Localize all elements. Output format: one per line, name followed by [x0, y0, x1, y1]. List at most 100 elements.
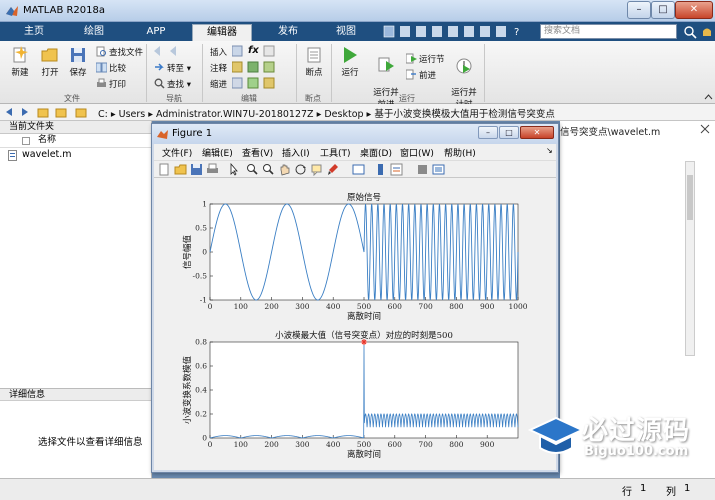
tab-view[interactable]: 视图 — [320, 24, 372, 41]
brush-icon[interactable] — [326, 163, 339, 176]
x-tick-label: 800 — [449, 440, 464, 449]
close-editor-icon[interactable] — [699, 124, 711, 134]
x-tick-label: 800 — [449, 302, 464, 311]
save-disk-icon — [71, 48, 85, 62]
file-list-item[interactable]: wavelet.m — [0, 148, 151, 162]
current-path[interactable]: C: ▸ Users ▸ Administrator.WIN7U-2018012… — [98, 106, 555, 120]
search-docs-input[interactable]: 搜索文档 — [540, 24, 677, 39]
indent-button[interactable]: 缩进 — [210, 78, 227, 90]
select-all-checkbox[interactable] — [22, 137, 30, 145]
y-tick-label: 1 — [202, 200, 207, 209]
editor-tab-title[interactable]: 信号突变点\wavelet.m — [560, 124, 660, 138]
folder-open-icon — [41, 48, 58, 62]
new-button[interactable]: 新建 — [6, 46, 34, 78]
x-tick-label: 100 — [234, 440, 249, 449]
tab-publish[interactable]: 发布 — [262, 24, 314, 41]
close-button[interactable]: ✕ — [675, 1, 713, 19]
y-axis-label: 小波变换系数模值 — [182, 356, 193, 425]
y-tick-label: -0.5 — [193, 272, 208, 281]
run-group-label: 运行 — [399, 94, 415, 103]
tab-plots[interactable]: 绘图 — [68, 24, 120, 41]
tab-home[interactable]: 主页 — [8, 24, 60, 41]
menu-edit[interactable]: 编辑(E) — [202, 146, 233, 159]
insert-button[interactable]: 插入 — [210, 46, 227, 58]
y-tick-label: 0 — [202, 434, 207, 443]
file-group-label: 文件 — [64, 94, 80, 103]
comment-button[interactable]: 注释 — [210, 62, 227, 74]
notification-icon[interactable] — [700, 25, 714, 39]
search-icon[interactable] — [683, 25, 697, 39]
menu-insert[interactable]: 插入(I) — [282, 146, 310, 159]
editor-ribbon: 新建 打开 保存 查找文件 比较 打印 文件 转至 ▾ 查找 ▾ 导航 插入 注… — [0, 41, 715, 110]
open-button[interactable]: 打开 — [36, 46, 64, 78]
tab-apps[interactable]: APP — [130, 24, 182, 41]
figure-toolbar — [154, 160, 556, 178]
menu-file[interactable]: 文件(F) — [162, 146, 192, 159]
breakpoints-button[interactable]: 断点 — [300, 46, 328, 78]
menu-desktop[interactable]: 桌面(D) — [360, 146, 392, 159]
data-cursor-icon[interactable] — [310, 163, 323, 176]
x-tick-label: 300 — [295, 440, 310, 449]
menu-window[interactable]: 窗口(W) — [400, 146, 434, 159]
print-figure-icon[interactable] — [206, 163, 219, 176]
menu-help[interactable]: 帮助(H) — [444, 146, 476, 159]
figure-logo-icon — [157, 130, 168, 139]
edit-tools-icons[interactable] — [232, 45, 292, 91]
dock-icon[interactable]: ↘ — [546, 146, 553, 155]
x-tick-label: 600 — [388, 440, 403, 449]
ribbon-tabstrip: 主页 绘图 APP 编辑器 发布 视图 ? 搜索文档 — [0, 22, 715, 41]
pointer-icon[interactable] — [228, 163, 241, 176]
zoom-in-icon[interactable] — [246, 163, 259, 176]
link-plot-icon[interactable] — [352, 163, 365, 176]
hide-tools-icon[interactable] — [416, 163, 429, 176]
advance-button[interactable]: 前进 — [406, 69, 436, 81]
column-header-name[interactable]: 名称 — [0, 134, 151, 148]
open-file-icon[interactable] — [174, 163, 187, 176]
goto-button[interactable]: 转至 ▾ — [154, 62, 191, 74]
x-tick-label: 900 — [480, 302, 495, 311]
minimize-button[interactable]: – — [627, 1, 651, 19]
quick-access-toolbar[interactable]: ? — [382, 24, 532, 39]
plot-area[interactable]: 0 100 200 300 400 500 600 700 800 900 1000-1-0.500… — [154, 178, 556, 470]
current-folder-panel: 当前文件夹 名称 wavelet.m 详细信息 选择文件以查看详细信息 — [0, 121, 152, 478]
back-forward-icon[interactable] — [152, 45, 186, 57]
figure-maximize-button[interactable]: □ — [499, 126, 519, 139]
show-tools-icon[interactable] — [432, 163, 445, 176]
x-tick-label: 600 — [388, 302, 403, 311]
address-bar: C: ▸ Users ▸ Administrator.WIN7U-2018012… — [0, 104, 715, 121]
y-tick-label: 0.4 — [195, 386, 207, 395]
find-files-button[interactable]: 查找文件 — [96, 46, 143, 58]
zoom-out-icon[interactable] — [262, 163, 275, 176]
editor-scrollbar[interactable] — [685, 161, 695, 356]
x-tick-label: 500 — [357, 302, 372, 311]
new-figure-icon[interactable] — [158, 163, 171, 176]
tab-editor[interactable]: 编辑器 — [192, 24, 252, 41]
colorbar-icon[interactable] — [374, 163, 387, 176]
figure-canvas[interactable]: 0 100 200 300 400 500 600 700 800 900 1000 -1 -0.5 0 0… — [154, 178, 556, 470]
figure-close-button[interactable]: ✕ — [520, 126, 554, 139]
x-tick-label: 0 — [208, 440, 213, 449]
find-button[interactable]: 查找 ▾ — [154, 78, 191, 90]
status-bar: 行 1 列 1 — [0, 478, 715, 500]
menu-view[interactable]: 查看(V) — [242, 146, 273, 159]
x-tick-label: 700 — [418, 440, 433, 449]
rotate-3d-icon[interactable] — [294, 163, 307, 176]
maximize-button[interactable]: □ — [651, 1, 675, 19]
compare-button[interactable]: 比较 — [96, 62, 126, 74]
legend-icon[interactable] — [390, 163, 403, 176]
goto-icon — [155, 63, 164, 71]
x-tick-label: 700 — [418, 302, 433, 311]
x-tick-label: 300 — [295, 302, 310, 311]
menu-tools[interactable]: 工具(T) — [320, 146, 351, 159]
figure-window: Figure 1 – □ ✕ 文件(F) 编辑(E) 查看(V) 插入(I) 工… — [151, 123, 559, 473]
print-button[interactable]: 打印 — [96, 78, 126, 90]
figure-minimize-button[interactable]: – — [478, 126, 498, 139]
save-figure-icon[interactable] — [190, 163, 203, 176]
pan-hand-icon[interactable] — [278, 163, 291, 176]
save-button[interactable]: 保存 — [64, 46, 92, 78]
run-section-button[interactable]: 运行节 — [406, 53, 445, 65]
folder-nav-icons[interactable] — [4, 106, 96, 119]
collapse-ribbon-icon[interactable] — [704, 93, 713, 102]
scrollbar-thumb[interactable] — [687, 175, 693, 220]
run-button[interactable]: 运行 — [334, 46, 366, 78]
